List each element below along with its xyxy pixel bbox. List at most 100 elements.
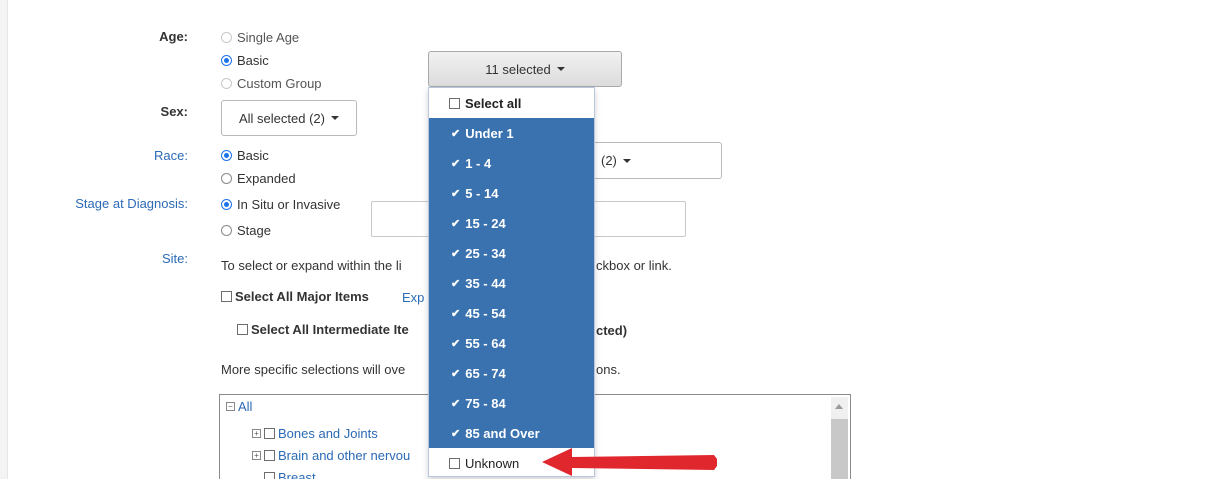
unknown-label: Unknown: [465, 455, 520, 471]
age-dropdown-label: 11 selected: [485, 61, 551, 77]
age-option[interactable]: ✔ 1 - 4: [429, 148, 594, 178]
tree-item[interactable]: Breast: [264, 470, 316, 479]
age-option-label: 5 - 14: [465, 185, 499, 201]
age-option[interactable]: ✔ 15 - 24: [429, 208, 594, 238]
radio-selected-icon: [221, 199, 232, 210]
tree-item-label[interactable]: Brain and other nervou: [278, 448, 410, 463]
tree-item-label[interactable]: Bones and Joints: [278, 426, 378, 441]
select-all-label: Select all: [465, 95, 522, 111]
race-dropdown-label: (2): [601, 153, 617, 168]
checkmark-icon: ✔: [451, 367, 461, 380]
radio-icon: [221, 173, 232, 184]
age-single-radio[interactable]: Single Age: [221, 30, 299, 45]
select-all-option[interactable]: Select all: [429, 88, 594, 118]
age-custom-label: Custom Group: [237, 76, 322, 91]
age-option-label: 45 - 54: [465, 305, 506, 321]
more-specific-left: More specific selections will ove: [221, 362, 406, 377]
expand-link[interactable]: Exp: [402, 290, 424, 305]
tree-item[interactable]: + Bones and Joints: [252, 426, 378, 441]
checkbox-icon: [237, 324, 248, 335]
stage-insitu-label: In Situ or Invasive: [237, 197, 341, 212]
age-option-label: 85 and Over: [465, 425, 540, 441]
tree-scrollbar[interactable]: [831, 397, 848, 479]
caret-down-icon: [556, 67, 565, 71]
age-option-label: 25 - 34: [465, 245, 506, 261]
red-arrow-icon: [542, 448, 717, 476]
radio-icon: [221, 32, 232, 43]
checkmark-icon: ✔: [451, 157, 461, 170]
stage-stage-label: Stage: [237, 223, 271, 238]
checkmark-icon: ✔: [451, 277, 461, 290]
checkbox-icon[interactable]: [264, 428, 275, 439]
age-dropdown-button[interactable]: 11 selected: [428, 51, 622, 87]
age-option[interactable]: ✔ 35 - 44: [429, 268, 594, 298]
checkmark-icon: ✔: [451, 217, 461, 230]
age-single-label: Single Age: [237, 30, 300, 45]
checkbox-icon: [449, 457, 460, 469]
race-dropdown-button[interactable]: (2): [592, 142, 722, 179]
age-option-label: 1 - 4: [465, 155, 492, 171]
age-custom-radio[interactable]: Custom Group: [221, 76, 322, 91]
checkbox-icon: [221, 291, 232, 302]
select-all-major-label: Select All Major Items: [235, 289, 369, 304]
sex-dropdown-label: All selected (2): [239, 110, 325, 126]
age-dropdown-menu[interactable]: Select all ✔ Under 1 ✔ 1 - 4 ✔ 5 - 14 ✔ 15 -…: [428, 87, 595, 477]
age-option-label: 35 - 44: [465, 275, 506, 291]
age-option[interactable]: ✔ Under 1: [429, 118, 594, 148]
checkmark-icon: ✔: [451, 127, 461, 140]
age-option[interactable]: ✔ 85 and Over: [429, 418, 594, 448]
tree-expand-icon[interactable]: +: [252, 429, 261, 438]
race-label[interactable]: Race:: [8, 148, 188, 163]
checkbox-icon: [449, 97, 460, 109]
select-all-major-checkbox[interactable]: Select All Major Items: [221, 289, 369, 304]
sex-dropdown-button[interactable]: All selected (2): [221, 100, 357, 136]
race-expanded-radio[interactable]: Expanded: [221, 171, 296, 186]
radio-icon: [221, 78, 232, 89]
age-option-label: 55 - 64: [465, 335, 506, 351]
radio-selected-icon: [221, 55, 232, 66]
race-basic-label: Basic: [237, 148, 269, 163]
select-all-intermediate-label: Select All Intermediate Ite: [251, 322, 409, 337]
checkmark-icon: ✔: [451, 397, 461, 410]
age-basic-label: Basic: [237, 53, 269, 68]
tree-root[interactable]: − All: [226, 399, 252, 414]
tree-collapse-icon[interactable]: −: [226, 402, 235, 411]
age-option[interactable]: ✔ 55 - 64: [429, 328, 594, 358]
age-option-label: 65 - 74: [465, 365, 506, 381]
scroll-up-icon[interactable]: [835, 404, 843, 409]
age-option[interactable]: ✔ 65 - 74: [429, 358, 594, 388]
age-option-label: Under 1: [465, 125, 514, 141]
sex-label: Sex:: [160, 104, 188, 119]
age-label: Age:: [159, 29, 188, 44]
select-all-intermediate-checkbox[interactable]: Select All Intermediate Ite: [237, 322, 409, 337]
site-label[interactable]: Site:: [8, 251, 188, 266]
age-option[interactable]: ✔ 75 - 84: [429, 388, 594, 418]
radio-selected-icon: [221, 150, 232, 161]
age-basic-radio[interactable]: Basic: [221, 53, 269, 68]
stage-label[interactable]: Stage at Diagnosis:: [8, 196, 188, 211]
race-expanded-label: Expanded: [237, 171, 296, 186]
checkbox-icon[interactable]: [264, 450, 275, 461]
tree-item-label[interactable]: Breast: [278, 470, 316, 479]
checkmark-icon: ✔: [451, 427, 461, 440]
tree-expand-icon[interactable]: +: [252, 451, 261, 460]
age-option[interactable]: ✔ 25 - 34: [429, 238, 594, 268]
more-specific-right: ons.: [596, 362, 621, 377]
tree-item[interactable]: + Brain and other nervou: [252, 448, 410, 463]
age-option[interactable]: ✔ 5 - 14: [429, 178, 594, 208]
intermediate-fragment: cted): [596, 323, 628, 338]
checkmark-icon: ✔: [451, 307, 461, 320]
tree-root-label[interactable]: All: [238, 399, 252, 414]
stage-insitu-radio[interactable]: In Situ or Invasive: [221, 197, 340, 212]
scroll-thumb[interactable]: [831, 419, 848, 479]
age-option-label: 15 - 24: [465, 215, 506, 231]
checkmark-icon: ✔: [451, 337, 461, 350]
age-option-label: 75 - 84: [465, 395, 506, 411]
race-basic-radio[interactable]: Basic: [221, 148, 269, 163]
caret-down-icon: [330, 116, 339, 120]
stage-stage-radio[interactable]: Stage: [221, 223, 271, 238]
site-instruction-right: ckbox or link.: [596, 258, 672, 273]
radio-icon: [221, 225, 232, 236]
age-option[interactable]: ✔ 45 - 54: [429, 298, 594, 328]
checkbox-icon[interactable]: [264, 472, 275, 479]
